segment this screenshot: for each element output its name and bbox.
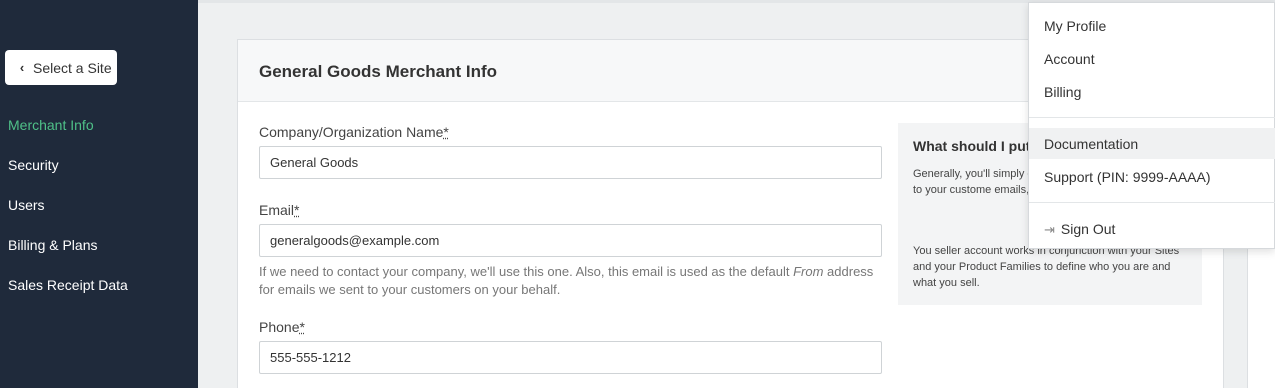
info-title: What should I put [913,138,1031,154]
user-dropdown-menu: My Profile Account Billing Documentation… [1028,2,1275,249]
company-name-label: Company/Organization Name* [259,124,449,140]
menu-item-my-profile[interactable]: My Profile [1044,18,1106,34]
sidebar-item-billing-plans[interactable]: Billing & Plans [8,237,98,253]
menu-divider [1029,117,1275,118]
email-input[interactable]: generalgoods@example.com [259,224,882,257]
select-site-button[interactable]: ‹ Select a Site [5,50,117,85]
menu-item-billing[interactable]: Billing [1044,84,1081,100]
email-label: Email* [259,202,300,218]
menu-item-account[interactable]: Account [1044,51,1095,67]
info-paragraph-2: You seller account works in conjunction … [913,245,1180,289]
menu-item-support[interactable]: Support (PIN: 9999-AAAA) [1044,169,1211,185]
sidebar: ‹ Select a Site Merchant Info Security U… [0,0,198,388]
select-site-label: Select a Site [33,59,112,76]
sign-out-icon: ⇥ [1044,222,1055,237]
email-help-text: If we need to contact your company, we'l… [259,264,874,297]
chevron-left-icon: ‹ [19,60,25,75]
sidebar-item-security[interactable]: Security [8,157,59,173]
menu-item-sign-out[interactable]: ⇥ Sign Out [1044,221,1115,238]
sidebar-item-sales-receipt-data[interactable]: Sales Receipt Data [8,277,128,293]
page-title: General Goods Merchant Info [259,62,498,81]
sidebar-item-users[interactable]: Users [8,197,45,213]
company-name-input[interactable]: General Goods [259,146,882,179]
menu-item-documentation[interactable]: Documentation [1044,136,1138,152]
menu-divider [1029,202,1275,203]
phone-label: Phone* [259,319,305,335]
phone-input[interactable]: 555-555-1212 [259,341,882,374]
sidebar-item-merchant-info[interactable]: Merchant Info [8,117,94,133]
